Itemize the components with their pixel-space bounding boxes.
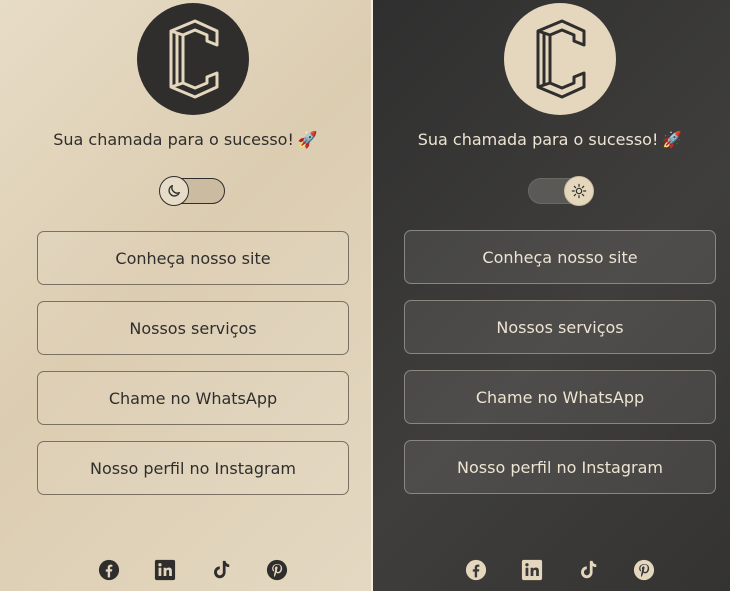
c-logo-icon <box>169 19 219 99</box>
toggle-knob[interactable] <box>564 176 594 206</box>
services-button[interactable]: Nossos serviços <box>404 300 716 354</box>
moon-icon <box>168 185 180 197</box>
whatsapp-button[interactable]: Chame no WhatsApp <box>404 370 716 424</box>
linkedin-icon[interactable] <box>153 558 177 582</box>
facebook-icon[interactable] <box>97 558 121 582</box>
tiktok-icon[interactable] <box>209 558 233 582</box>
rocket-icon: 🚀 <box>297 130 318 149</box>
linkedin-icon[interactable] <box>520 558 544 582</box>
tagline-text: Sua chamada para o sucesso! <box>53 130 294 149</box>
pinterest-icon[interactable] <box>265 558 289 582</box>
brand-logo <box>504 3 616 115</box>
instagram-button[interactable]: Nosso perfil no Instagram <box>404 440 716 494</box>
brand-logo <box>137 3 249 115</box>
whatsapp-button[interactable]: Chame no WhatsApp <box>37 371 349 425</box>
toggle-knob[interactable] <box>159 176 189 206</box>
tagline-text: Sua chamada para o sucesso! <box>417 130 659 149</box>
sun-icon <box>571 183 587 199</box>
theme-toggle[interactable] <box>159 176 225 206</box>
tiktok-icon[interactable] <box>576 558 600 582</box>
social-links <box>97 558 289 582</box>
pinterest-icon[interactable] <box>632 558 656 582</box>
light-theme-preview: Sua chamada para o sucesso! 🚀 Conheça nos… <box>0 0 371 591</box>
dark-theme-preview: Sua chamada para o sucesso! 🚀 Conheça nos… <box>373 0 730 591</box>
site-button[interactable]: Conheça nosso site <box>37 231 349 285</box>
rocket-icon: 🚀 <box>662 130 683 149</box>
facebook-icon[interactable] <box>464 558 488 582</box>
social-links <box>464 558 656 582</box>
tagline: Sua chamada para o sucesso! 🚀 <box>373 130 730 149</box>
tagline: Sua chamada para o sucesso! 🚀 <box>0 130 371 149</box>
services-button[interactable]: Nossos serviços <box>37 301 349 355</box>
instagram-button[interactable]: Nosso perfil no Instagram <box>37 441 349 495</box>
c-logo-icon <box>536 19 586 99</box>
theme-toggle[interactable] <box>528 176 594 206</box>
site-button[interactable]: Conheça nosso site <box>404 230 716 284</box>
